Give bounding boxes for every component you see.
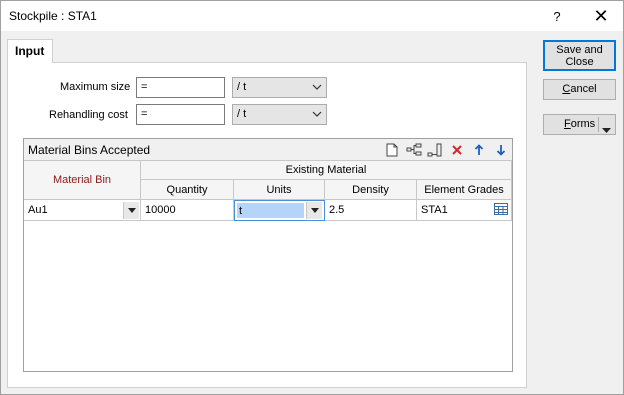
element-grades-header: Element Grades	[417, 180, 512, 200]
save-close-line2: Close	[565, 56, 594, 68]
units-header: Units	[234, 180, 325, 200]
move-down-icon[interactable]	[493, 142, 509, 158]
existing-material-header: Existing Material	[141, 161, 512, 180]
quantity-cell[interactable]: 10000	[141, 200, 234, 221]
material-bin-header: Material Bin	[24, 161, 141, 200]
grid-header-bar: Material Bins Accepted	[24, 139, 512, 161]
quantity-header: Quantity	[141, 180, 234, 200]
forms-dropdown-arrow-icon[interactable]	[602, 122, 611, 141]
maximum-size-label: Maximum size	[60, 81, 131, 93]
material-bins-grid: Material Bins Accepted Material Bin Exis…	[23, 138, 513, 372]
forms-button[interactable]: Forms	[543, 114, 616, 135]
density-cell[interactable]: 2.5	[325, 200, 417, 221]
insert-row-icon[interactable]	[406, 142, 422, 158]
forms-accel: F	[564, 118, 571, 130]
chevron-down-icon	[127, 207, 136, 213]
rehandling-cost-label: Rehandling cost	[49, 109, 128, 121]
cancel-button[interactable]: Cancel	[543, 79, 616, 100]
chevron-down-icon	[312, 111, 322, 117]
help-button[interactable]: ?	[537, 1, 577, 31]
density-header: Density	[325, 180, 417, 200]
tab-input[interactable]: Input	[7, 39, 53, 63]
chevron-down-icon	[310, 207, 319, 213]
rehandling-cost-unit-select[interactable]: / t	[232, 104, 327, 125]
save-and-close-button[interactable]: Save and Close	[543, 40, 616, 71]
units-dropdown[interactable]	[306, 202, 322, 219]
new-icon[interactable]	[384, 142, 400, 158]
material-bin-value: Au1	[28, 204, 48, 216]
material-bin-dropdown[interactable]	[123, 202, 139, 219]
units-cell-highlight	[237, 203, 304, 218]
tab-input-label: Input	[15, 44, 45, 58]
stockpile-dialog: Stockpile : STA1 ? ✕ Input Maximum size …	[0, 0, 624, 395]
close-button[interactable]: ✕	[581, 1, 621, 31]
chevron-down-icon	[312, 84, 322, 90]
save-close-line1: Save and	[556, 44, 603, 56]
window-title: Stockpile : STA1	[9, 9, 97, 23]
maximum-size-input[interactable]: =	[136, 77, 225, 98]
element-grades-value: STA1	[421, 204, 448, 216]
append-row-icon[interactable]	[427, 142, 443, 158]
grid-title: Material Bins Accepted	[28, 143, 151, 157]
rehandling-cost-unit-value: / t	[237, 108, 247, 120]
rehandling-cost-input[interactable]: =	[136, 104, 225, 125]
title-bar: Stockpile : STA1 ? ✕	[1, 1, 623, 31]
delete-icon[interactable]	[449, 142, 465, 158]
move-up-icon[interactable]	[471, 142, 487, 158]
forms-label: orms	[570, 118, 596, 130]
forms-split-divider	[598, 117, 599, 132]
maximum-size-unit-select[interactable]: / t	[232, 77, 327, 98]
cancel-label: ancel	[570, 83, 597, 95]
grid-editor-icon[interactable]	[494, 203, 510, 217]
maximum-size-unit-value: / t	[237, 81, 247, 93]
units-value: t	[239, 205, 243, 217]
